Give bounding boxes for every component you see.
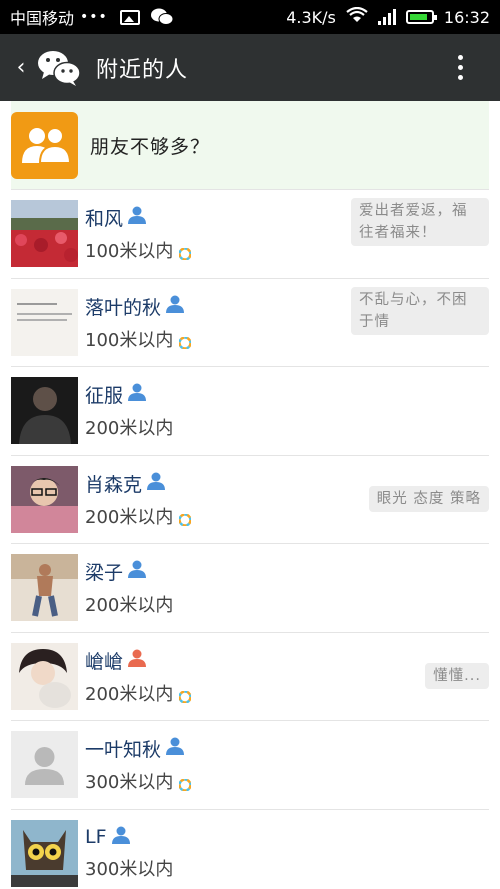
person-info: 征服 200米以内 <box>85 377 173 444</box>
person-name: LF <box>85 826 107 849</box>
status-bar: 中国移动 ••• 4.3K/s 16:32 <box>0 0 500 34</box>
title-bar: ‹ 附近的人 <box>0 34 500 101</box>
male-gender-icon <box>165 295 185 318</box>
carrier-label: 中国移动 <box>10 9 75 28</box>
person-name: 征服 <box>85 385 124 408</box>
person-info: 和风 100米以内 <box>85 200 193 267</box>
male-gender-icon <box>111 826 131 849</box>
person-info: 嵢嵢 200米以内 <box>85 643 193 710</box>
moments-icon <box>178 510 193 527</box>
battery-icon <box>405 10 437 24</box>
person-distance: 200米以内 <box>85 506 174 528</box>
person-row[interactable]: 一叶知秋 300米以内 <box>11 721 489 810</box>
person-distance: 300米以内 <box>85 772 174 794</box>
person-row[interactable]: LF 300米以内 Bai du 经验 <box>11 810 489 889</box>
person-distance: 200米以内 <box>85 683 174 705</box>
person-distance: 100米以内 <box>85 329 174 351</box>
male-gender-icon <box>127 560 147 583</box>
person-row[interactable]: 征服 200米以内 <box>11 367 489 456</box>
avatar[interactable] <box>11 819 78 887</box>
person-row[interactable]: 落叶的秋 100米以内 不乱与心，不困于情 <box>11 279 489 367</box>
male-gender-icon <box>165 737 185 760</box>
moments-icon <box>178 687 193 704</box>
person-name: 一叶知秋 <box>85 739 162 762</box>
image-notification-icon <box>119 9 140 25</box>
person-distance: 100米以内 <box>85 241 174 263</box>
male-gender-icon <box>127 206 147 229</box>
person-signature: 眼光 态度 策略 <box>368 485 489 512</box>
moments-icon <box>178 775 193 792</box>
female-gender-icon <box>127 649 147 672</box>
nearby-people-list: 朋友不够多？ 和风 100米以内 爱出者爱返，福往者福来！ 落叶的秋 100米以… <box>0 101 500 889</box>
moments-icon <box>178 244 193 261</box>
signal-dots: ••• <box>80 9 108 25</box>
page-title: 附近的人 <box>96 57 189 83</box>
person-distance: 200米以内 <box>85 418 174 440</box>
avatar[interactable] <box>11 288 78 356</box>
person-row[interactable]: 和风 100米以内 爱出者爱返，福往者福来！ <box>11 190 489 279</box>
net-speed: 4.3K/s <box>286 7 336 27</box>
person-distance: 200米以内 <box>85 595 174 617</box>
person-row[interactable]: 肖森克 200米以内 眼光 态度 策略 <box>11 456 489 544</box>
person-name: 落叶的秋 <box>85 296 162 319</box>
person-signature: 爱出者爱返，福往者福来！ <box>351 198 489 246</box>
person-distance: 300米以内 <box>85 858 174 880</box>
person-info: 一叶知秋 300米以内 <box>85 731 193 798</box>
person-name: 梁子 <box>85 562 124 585</box>
back-button[interactable]: ‹ <box>6 34 36 101</box>
wechat-logo-icon[interactable] <box>36 48 82 88</box>
avatar[interactable] <box>11 642 78 710</box>
avatar[interactable] <box>11 554 78 622</box>
invite-friends-banner[interactable]: 朋友不够多？ <box>11 101 489 190</box>
male-gender-icon <box>146 472 166 495</box>
person-row[interactable]: 梁子 200米以内 <box>11 544 489 633</box>
person-info: 落叶的秋 100米以内 <box>85 289 193 356</box>
person-signature: 懂懂... <box>425 662 489 689</box>
person-name: 和风 <box>85 208 124 231</box>
person-info: 梁子 200米以内 <box>85 554 173 621</box>
person-info: 肖森克 200米以内 <box>85 466 193 533</box>
person-info: LF 300米以内 <box>85 820 173 887</box>
wechat-notification-icon <box>150 7 174 27</box>
male-gender-icon <box>127 383 147 406</box>
person-name: 肖森克 <box>85 473 143 496</box>
friends-group-icon <box>11 111 78 179</box>
person-name: 嵢嵢 <box>85 650 124 673</box>
default-avatar[interactable] <box>11 731 78 799</box>
person-signature: 不乱与心，不困于情 <box>351 286 489 335</box>
clock: 16:32 <box>443 7 490 27</box>
banner-text: 朋友不够多？ <box>90 135 211 158</box>
person-row[interactable]: 嵢嵢 200米以内 懂懂... <box>11 633 489 721</box>
avatar[interactable] <box>11 200 78 268</box>
moments-icon <box>178 333 193 350</box>
cell-signal-icon <box>377 9 396 25</box>
avatar[interactable] <box>11 377 78 445</box>
more-menu-button[interactable] <box>440 34 480 101</box>
baidu-watermark: Bai du 经验 <box>354 867 476 889</box>
wifi-icon <box>346 6 368 27</box>
avatar[interactable] <box>11 465 78 533</box>
